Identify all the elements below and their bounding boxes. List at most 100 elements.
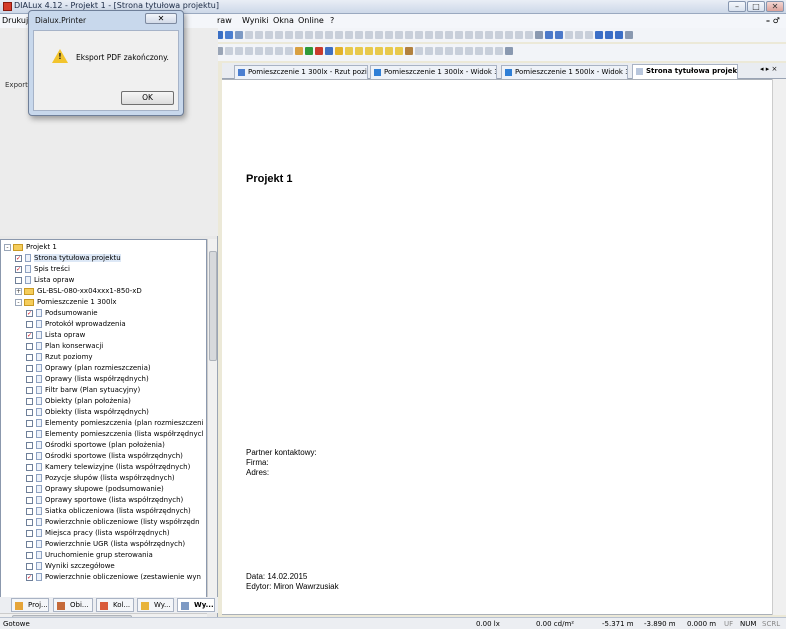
toolbar-button[interactable]: [345, 47, 353, 55]
tree-item[interactable]: Ośrodki sportowe (plan położenia): [26, 440, 165, 451]
toolbar-button[interactable]: [305, 31, 313, 39]
toolbar-button[interactable]: [565, 31, 573, 39]
menu-drukuj[interactable]: Drukuj: [2, 16, 28, 25]
toolbar-button[interactable]: [585, 31, 593, 39]
menu-okna[interactable]: Okna: [273, 16, 294, 25]
checkbox[interactable]: [26, 507, 33, 515]
toolbar-button[interactable]: [425, 47, 433, 55]
toolbar-button[interactable]: [235, 47, 243, 55]
tab-rzut-poziomy[interactable]: Pomieszczenie 1 300lx - Rzut pozi...: [234, 65, 368, 79]
checkbox[interactable]: [26, 353, 33, 361]
toolbar-button[interactable]: [295, 47, 303, 55]
maximize-button[interactable]: □: [747, 1, 765, 12]
minimize-button[interactable]: –: [728, 1, 746, 12]
tree-item[interactable]: Obiekty (plan położenia): [26, 396, 131, 407]
toolbar-button[interactable]: [485, 31, 493, 39]
tab-widok-3d-500[interactable]: Pomieszczenie 1 500lx - Widok 3D: [501, 65, 628, 79]
dialog-close-button[interactable]: ✕: [145, 13, 177, 24]
toolbar-button[interactable]: [295, 31, 303, 39]
toolbar-button[interactable]: [355, 31, 363, 39]
checkbox[interactable]: [15, 276, 22, 284]
toolbar-button[interactable]: [415, 31, 423, 39]
menu-online[interactable]: Online: [298, 16, 324, 25]
toolbar-button[interactable]: [345, 31, 353, 39]
toolbar-button[interactable]: [465, 47, 473, 55]
page-vertical-scrollbar[interactable]: [772, 79, 786, 615]
tab-widok-3d-300[interactable]: Pomieszczenie 1 300lx - Widok 3D: [370, 65, 497, 79]
tree-item[interactable]: Plan konserwacji: [26, 341, 103, 352]
checkbox[interactable]: [26, 386, 33, 394]
toolbar-button[interactable]: [265, 31, 273, 39]
tree-item[interactable]: Siatka obliczeniowa (lista współrzędnych…: [26, 506, 191, 517]
checkbox[interactable]: [26, 452, 33, 460]
toolbar-button[interactable]: [605, 31, 613, 39]
tab-luminaires[interactable]: Wy...: [137, 598, 174, 612]
toolbar-button[interactable]: [575, 31, 583, 39]
tab-project[interactable]: Proj...: [11, 598, 49, 612]
tree-folder[interactable]: - Projekt 1: [4, 242, 57, 253]
checkbox[interactable]: [26, 320, 33, 328]
toolbar-button[interactable]: [335, 47, 343, 55]
toolbar-button[interactable]: [325, 31, 333, 39]
toolbar-button[interactable]: [495, 47, 503, 55]
expander-icon[interactable]: -: [15, 298, 22, 306]
toolbar-button[interactable]: [315, 47, 323, 55]
toolbar-button[interactable]: [375, 47, 383, 55]
tree-item[interactable]: Obiekty (lista współrzędnych): [26, 407, 149, 418]
toolbar-button[interactable]: [525, 31, 533, 39]
scroll-thumb[interactable]: [209, 251, 217, 361]
tree-item[interactable]: Elementy pomieszczenia (plan rozmieszcze…: [26, 418, 204, 429]
toolbar-button[interactable]: [335, 31, 343, 39]
tree-item[interactable]: Protokół wprowadzenia: [26, 319, 126, 330]
toolbar-button[interactable]: [445, 47, 453, 55]
tree-item[interactable]: Wyniki szczegółowe: [26, 561, 115, 572]
menu-draw[interactable]: raw: [217, 16, 232, 25]
toolbar-button[interactable]: [365, 47, 373, 55]
toolbar-button[interactable]: [285, 31, 293, 39]
toolbar-button[interactable]: [305, 47, 313, 55]
tab-output[interactable]: Wy...: [177, 598, 215, 612]
toolbar-button[interactable]: [435, 47, 443, 55]
checkbox[interactable]: [26, 562, 33, 570]
toolbar-button[interactable]: [315, 31, 323, 39]
mdi-controls[interactable]: – ♂: [766, 16, 780, 25]
checkbox[interactable]: ✓: [15, 254, 22, 262]
toolbar-button[interactable]: [235, 31, 243, 39]
toolbar-button[interactable]: [555, 31, 563, 39]
tab-objects[interactable]: Obi...: [53, 598, 93, 612]
toolbar-button[interactable]: [535, 31, 543, 39]
tree-item[interactable]: ✓ Strona tytułowa projektu: [15, 253, 121, 264]
tree-item[interactable]: ✓ Spis treści: [15, 264, 70, 275]
tree-item[interactable]: Powierzchnie obliczeniowe (listy współrz…: [26, 517, 200, 528]
checkbox[interactable]: ✓: [26, 573, 33, 581]
tree-vertical-scrollbar[interactable]: [207, 239, 217, 613]
toolbar-button[interactable]: [475, 31, 483, 39]
tree-item[interactable]: Uruchomienie grup sterowania: [26, 550, 153, 561]
checkbox[interactable]: [26, 441, 33, 449]
checkbox[interactable]: [26, 364, 33, 372]
tree-item[interactable]: Oprawy słupowe (podsumowanie): [26, 484, 164, 495]
toolbar-button[interactable]: [225, 47, 233, 55]
tree-item[interactable]: Filtr barw (Plan sytuacyjny): [26, 385, 140, 396]
toolbar-button[interactable]: [455, 31, 463, 39]
checkbox[interactable]: [26, 485, 33, 493]
close-window-button[interactable]: ✕: [766, 1, 784, 12]
toolbar-button[interactable]: [595, 31, 603, 39]
toolbar-button[interactable]: [475, 47, 483, 55]
toolbar-button[interactable]: [485, 47, 493, 55]
toolbar-button[interactable]: [405, 47, 413, 55]
checkbox[interactable]: [26, 408, 33, 416]
tree-item[interactable]: Lista opraw: [15, 275, 74, 286]
checkbox[interactable]: [26, 342, 33, 350]
checkbox[interactable]: [26, 463, 33, 471]
project-tree[interactable]: - Projekt 1 ✓ Strona tytułowa projektu ✓ Spis…: [0, 239, 207, 613]
tree-item[interactable]: Elementy pomieszczenia (lista współrzędn…: [26, 429, 203, 440]
menu-wyniki[interactable]: Wyniki: [242, 16, 269, 25]
toolbar-button[interactable]: [225, 31, 233, 39]
tree-item[interactable]: Ośrodki sportowe (lista współrzędnych): [26, 451, 183, 462]
tree-folder[interactable]: + GL-BSL-080-xx04xxx1-850-xD: [15, 286, 142, 297]
toolbar-button[interactable]: [615, 31, 623, 39]
tree-item[interactable]: ✓ Lista opraw: [26, 330, 85, 341]
tree-item[interactable]: ✓ Podsumowanie: [26, 308, 98, 319]
toolbar-button[interactable]: [395, 47, 403, 55]
